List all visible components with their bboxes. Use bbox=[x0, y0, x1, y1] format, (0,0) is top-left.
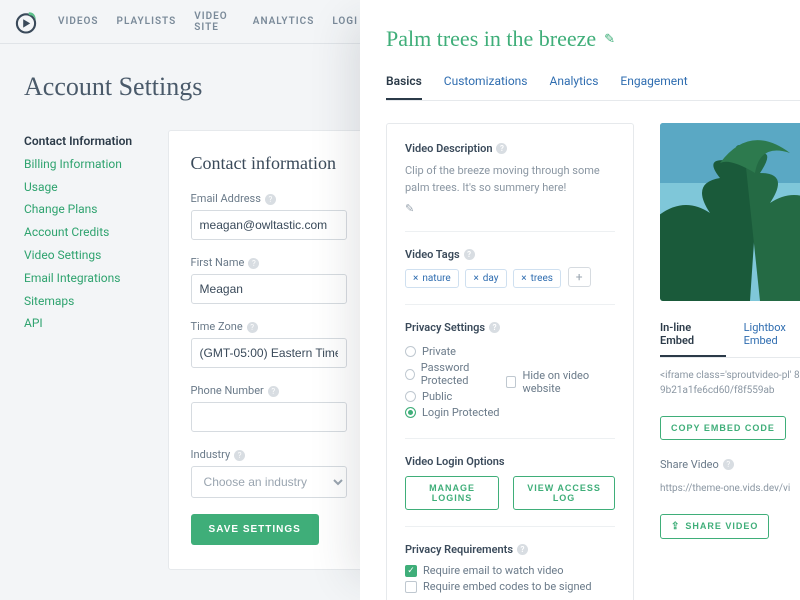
video-settings-card: Video Description? Clip of the breeze mo… bbox=[386, 123, 634, 600]
tab-lightbox-embed[interactable]: Lightbox Embed bbox=[744, 321, 800, 357]
video-thumbnail[interactable] bbox=[660, 123, 800, 301]
edit-title-icon[interactable]: ✎ bbox=[604, 31, 615, 47]
privacy-requirements-label: Privacy Requirements? bbox=[405, 543, 615, 556]
save-settings-button[interactable]: SAVE SETTINGS bbox=[191, 514, 319, 545]
sidenav-email-integrations[interactable]: Email Integrations bbox=[24, 267, 158, 290]
help-icon[interactable]: ? bbox=[723, 459, 734, 470]
video-side-panel: In-line Embed Lightbox Embed <iframe cla… bbox=[660, 123, 800, 600]
video-editor-panel: Palm trees in the breeze ✎ Basics Custom… bbox=[360, 0, 800, 600]
form-heading: Contact information bbox=[191, 153, 347, 174]
video-tabs: Basics Customizations Analytics Engageme… bbox=[386, 74, 800, 101]
nav-analytics[interactable]: ANALYTICS bbox=[253, 16, 315, 27]
tag-nature[interactable]: ×nature bbox=[405, 269, 459, 288]
help-icon[interactable]: ? bbox=[265, 194, 276, 205]
help-icon[interactable]: ? bbox=[517, 544, 528, 555]
sidenav-billing-information[interactable]: Billing Information bbox=[24, 153, 158, 176]
help-icon[interactable]: ? bbox=[496, 143, 507, 154]
video-description-text: Clip of the breeze moving through some p… bbox=[405, 163, 615, 196]
share-url-text: https://theme-one.vids.dev/vi bbox=[660, 481, 800, 496]
help-icon[interactable]: ? bbox=[489, 322, 500, 333]
nav-video-site[interactable]: VIDEO SITE bbox=[194, 11, 235, 33]
nav-login[interactable]: LOGI bbox=[332, 16, 358, 27]
video-login-options-label: Video Login Options bbox=[405, 455, 615, 468]
first-name-label: First Name? bbox=[191, 256, 347, 269]
help-icon[interactable]: ? bbox=[268, 386, 279, 397]
tab-engagement[interactable]: Engagement bbox=[620, 74, 687, 100]
tag-trees[interactable]: ×trees bbox=[513, 269, 561, 288]
sidenav-account-credits[interactable]: Account Credits bbox=[24, 221, 158, 244]
industry-label: Industry? bbox=[191, 448, 347, 461]
timezone-field[interactable] bbox=[191, 338, 347, 368]
sidenav-usage[interactable]: Usage bbox=[24, 176, 158, 199]
sidenav-video-settings[interactable]: Video Settings bbox=[24, 244, 158, 267]
embed-tabs: In-line Embed Lightbox Embed bbox=[660, 321, 800, 358]
privacy-settings-label: Privacy Settings? bbox=[405, 321, 615, 334]
industry-select[interactable]: Choose an industry bbox=[191, 466, 347, 498]
phone-label: Phone Number? bbox=[191, 384, 347, 397]
privacy-private[interactable]: Private bbox=[405, 345, 506, 358]
embed-code-text: <iframe class='sproutvideo-pl' 89bd9b21a… bbox=[660, 368, 800, 398]
privacy-public[interactable]: Public bbox=[405, 390, 506, 403]
hide-on-website-checkbox[interactable]: Hide on video website bbox=[506, 345, 615, 419]
video-tags-label: Video Tags? bbox=[405, 248, 615, 261]
email-label: Email Address? bbox=[191, 192, 347, 205]
add-tag-button[interactable]: + bbox=[568, 267, 591, 287]
settings-sidenav: Contact Information Billing Information … bbox=[24, 130, 158, 570]
sidenav-api[interactable]: API bbox=[24, 312, 158, 335]
sidenav-change-plans[interactable]: Change Plans bbox=[24, 198, 158, 221]
require-email-checkbox[interactable]: ✓Require email to watch video bbox=[405, 564, 615, 577]
remove-tag-icon[interactable]: × bbox=[521, 273, 526, 284]
first-name-field[interactable] bbox=[191, 274, 347, 304]
page-title: Account Settings bbox=[0, 44, 370, 130]
share-video-label: Share Video? bbox=[660, 458, 800, 471]
privacy-login-protected[interactable]: Login Protected bbox=[405, 406, 506, 419]
tab-analytics[interactable]: Analytics bbox=[549, 74, 598, 100]
edit-description-icon[interactable]: ✎ bbox=[405, 202, 615, 215]
sidenav-contact-information[interactable]: Contact Information bbox=[24, 130, 158, 153]
tag-day[interactable]: ×day bbox=[465, 269, 506, 288]
require-signed-embed-checkbox[interactable]: Require embed codes to be signed bbox=[405, 580, 615, 593]
brand-logo[interactable] bbox=[12, 8, 40, 36]
manage-logins-button[interactable]: MANAGE LOGINS bbox=[405, 476, 499, 510]
privacy-password[interactable]: Password Protected bbox=[405, 361, 506, 387]
share-video-button[interactable]: ⇪SHARE VIDEO bbox=[660, 514, 769, 539]
tab-basics[interactable]: Basics bbox=[386, 74, 422, 100]
nav-videos[interactable]: VIDEOS bbox=[58, 16, 99, 27]
view-access-log-button[interactable]: VIEW ACCESS LOG bbox=[513, 476, 615, 510]
video-description-label: Video Description? bbox=[405, 142, 615, 155]
sidenav-sitemaps[interactable]: Sitemaps bbox=[24, 290, 158, 313]
tab-customizations[interactable]: Customizations bbox=[444, 74, 528, 100]
phone-field[interactable] bbox=[191, 402, 347, 432]
help-icon[interactable]: ? bbox=[464, 249, 475, 260]
nav-playlists[interactable]: PLAYLISTS bbox=[117, 16, 177, 27]
copy-embed-code-button[interactable]: COPY EMBED CODE bbox=[660, 416, 786, 440]
help-icon[interactable]: ? bbox=[234, 450, 245, 461]
help-icon[interactable]: ? bbox=[248, 258, 259, 269]
top-nav: VIDEOS PLAYLISTS VIDEO SITE ANALYTICS LO… bbox=[0, 0, 370, 44]
timezone-label: Time Zone? bbox=[191, 320, 347, 333]
help-icon[interactable]: ? bbox=[247, 322, 258, 333]
contact-info-card: Contact information Email Address? First… bbox=[168, 130, 370, 570]
video-title: Palm trees in the breeze ✎ bbox=[386, 26, 800, 52]
share-icon: ⇪ bbox=[671, 521, 680, 532]
account-settings-panel: VIDEOS PLAYLISTS VIDEO SITE ANALYTICS LO… bbox=[0, 0, 370, 600]
remove-tag-icon[interactable]: × bbox=[473, 273, 478, 284]
remove-tag-icon[interactable]: × bbox=[413, 273, 418, 284]
tab-inline-embed[interactable]: In-line Embed bbox=[660, 321, 726, 357]
email-field[interactable] bbox=[191, 210, 347, 240]
